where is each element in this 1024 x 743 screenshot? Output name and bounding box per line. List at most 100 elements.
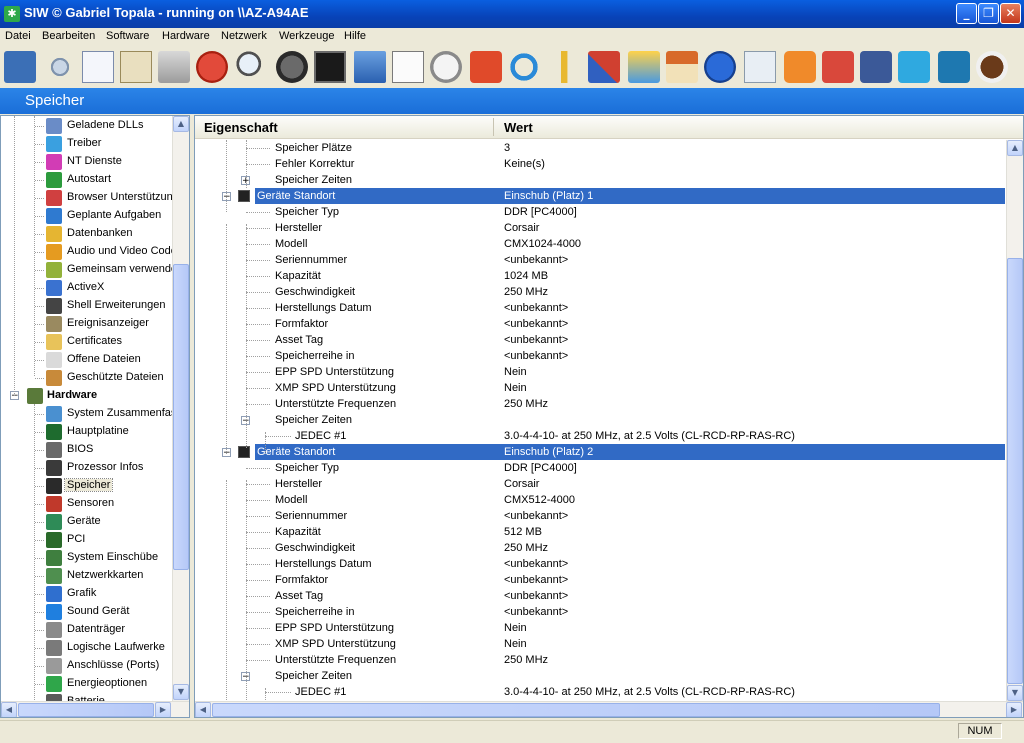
minimize-button[interactable]: _ — [956, 3, 977, 24]
property-row[interactable]: Hersteller Corsair — [195, 476, 1005, 492]
tree-horizontal-scrollbar[interactable]: ◀ ▶ — [1, 701, 189, 717]
tree-item[interactable]: Energieoptionen — [1, 675, 173, 693]
property-row[interactable]: Speicherreihe in <unbekannt> — [195, 604, 1005, 620]
tree-scroll-right-button[interactable]: ▶ — [155, 702, 171, 717]
property-row[interactable]: Asset Tag <unbekannt> — [195, 332, 1005, 348]
tree-item[interactable]: Geladene DLLs — [1, 117, 173, 135]
list-scroll-thumb[interactable] — [1007, 258, 1023, 684]
property-row[interactable]: Unterstützte Frequenzen 250 MHz — [195, 652, 1005, 668]
coffee-icon[interactable] — [976, 51, 1008, 83]
help-icon[interactable] — [704, 51, 736, 83]
tree-vertical-scrollbar[interactable]: ▲ ▼ — [172, 116, 189, 701]
tree-hscroll-thumb[interactable] — [18, 703, 154, 717]
tree-item[interactable]: Geräte — [1, 513, 173, 531]
property-row[interactable]: Modell CMX512-4000 — [195, 492, 1005, 508]
tree-item[interactable]: System Zusammenfas — [1, 405, 176, 423]
tree-item[interactable]: Netzwerkkarten — [1, 567, 173, 585]
property-row[interactable]: Geschwindigkeit 250 MHz — [195, 540, 1005, 556]
column-property-header[interactable]: Eigenschaft — [204, 120, 278, 135]
list-horizontal-scrollbar[interactable]: ◀ ▶ — [195, 701, 1023, 717]
cut-icon[interactable] — [44, 51, 76, 83]
tree-item[interactable]: Logische Laufwerke — [1, 639, 173, 657]
tree-item[interactable]: Sensoren — [1, 495, 173, 513]
tree-item[interactable]: Sound Gerät — [1, 603, 173, 621]
device-location-row[interactable]: − Geräte Standort Einschub (Platz) 1 — [195, 188, 1005, 204]
column-divider[interactable] — [493, 118, 494, 136]
tree-item[interactable]: Audio und Video Code — [1, 243, 177, 261]
property-row[interactable]: Unterstützte Frequenzen 250 MHz — [195, 396, 1005, 412]
property-row[interactable]: XMP SPD Unterstützung Nein — [195, 380, 1005, 396]
tree-scroll-up-button[interactable]: ▲ — [173, 116, 189, 132]
property-row[interactable]: Herstellungs Datum <unbekannt> — [195, 300, 1005, 316]
network-icon[interactable] — [354, 51, 386, 83]
title-bar[interactable]: ✱ SIW © Gabriel Topala - running on \\AZ… — [0, 0, 1024, 28]
tree-item[interactable]: Geplante Aufgaben — [1, 207, 173, 225]
device-location-row[interactable]: − Geräte Standort Einschub (Platz) 2 — [195, 444, 1005, 460]
menu-netzwerk[interactable]: Netzwerk — [221, 30, 267, 42]
tree-item[interactable]: Datenträger — [1, 621, 173, 639]
refresh-icon[interactable] — [508, 51, 540, 83]
tree-item[interactable]: Hauptplatine — [1, 423, 173, 441]
copy-icon[interactable] — [82, 51, 114, 83]
tools-icon[interactable] — [588, 51, 620, 83]
shutdown-icon[interactable] — [470, 51, 502, 83]
gauge-icon[interactable] — [276, 51, 308, 83]
property-row[interactable]: XMP SPD Unterstützung Nein — [195, 636, 1005, 652]
list-vertical-scrollbar[interactable]: ▲ ▼ — [1006, 140, 1023, 701]
menu-werkzeuge[interactable]: Werkzeuge — [279, 30, 334, 42]
key-icon[interactable] — [548, 51, 580, 83]
linkedin-icon[interactable] — [938, 51, 970, 83]
facebook-icon[interactable] — [860, 51, 892, 83]
property-row[interactable]: Kapazität 1024 MB — [195, 268, 1005, 284]
property-row[interactable]: Speicher Plätze 3 — [195, 140, 1005, 156]
list-scroll-down-button[interactable]: ▼ — [1007, 685, 1023, 701]
tree-scroll-thumb[interactable] — [173, 264, 189, 570]
column-value-header[interactable]: Wert — [504, 120, 533, 135]
property-row[interactable]: Speicher Typ DDR [PC4000] — [195, 204, 1005, 220]
tree-item[interactable]: Speicher — [1, 477, 173, 495]
property-row[interactable]: Herstellungs Datum <unbekannt> — [195, 556, 1005, 572]
property-row[interactable]: Speicherreihe in <unbekannt> — [195, 348, 1005, 364]
tree-item[interactable]: Gemeinsam verwende — [1, 261, 177, 279]
home-icon[interactable] — [666, 51, 698, 83]
tree-item[interactable]: Prozessor Infos — [1, 459, 173, 477]
tree-scroll-left-button[interactable]: ◀ — [1, 702, 17, 717]
monitor-icon[interactable] — [314, 51, 346, 83]
paste-icon[interactable] — [120, 51, 152, 83]
tree-item[interactable]: Offene Dateien — [1, 351, 173, 369]
save-icon[interactable] — [4, 51, 36, 83]
twitter-icon[interactable] — [898, 51, 930, 83]
tree-scroll-down-button[interactable]: ▼ — [173, 684, 189, 700]
tree-item[interactable]: PCI — [1, 531, 173, 549]
tree-item[interactable]: NT Dienste — [1, 153, 173, 171]
stop-icon[interactable] — [196, 51, 228, 83]
property-row[interactable]: − Speicher Zeiten — [195, 668, 1005, 684]
property-row[interactable]: Formfaktor <unbekannt> — [195, 316, 1005, 332]
tree-item[interactable]: Shell Erweiterungen — [1, 297, 173, 315]
mail-icon[interactable] — [744, 51, 776, 83]
google-plus-icon[interactable] — [822, 51, 854, 83]
tree-item[interactable]: BIOS — [1, 441, 173, 459]
print-icon[interactable] — [158, 51, 190, 83]
list-scroll-up-button[interactable]: ▲ — [1007, 140, 1023, 156]
property-row[interactable]: − Speicher Zeiten — [195, 412, 1005, 428]
tree-item[interactable]: Geschützte Dateien — [1, 369, 173, 387]
property-row[interactable]: JEDEC #1 3.0-4-4-10- at 250 MHz, at 2.5 V… — [195, 684, 1005, 700]
list-hscroll-thumb[interactable] — [212, 703, 940, 717]
list-scroll-left-button[interactable]: ◀ — [195, 702, 211, 717]
property-row[interactable]: EPP SPD Unterstützung Nein — [195, 364, 1005, 380]
tree-item[interactable]: Anschlüsse (Ports) — [1, 657, 173, 675]
tree-item[interactable]: Certificates — [1, 333, 173, 351]
close-button[interactable]: ✕ — [1000, 3, 1021, 24]
menu-hilfe[interactable]: Hilfe — [344, 30, 366, 42]
property-row[interactable]: Formfaktor <unbekannt> — [195, 572, 1005, 588]
property-row[interactable]: Hersteller Corsair — [195, 220, 1005, 236]
property-row[interactable]: Seriennummer <unbekannt> — [195, 252, 1005, 268]
property-row[interactable]: Asset Tag <unbekannt> — [195, 588, 1005, 604]
list-scroll-right-button[interactable]: ▶ — [1006, 702, 1022, 717]
property-row[interactable]: EPP SPD Unterstützung Nein — [195, 620, 1005, 636]
tree-item[interactable]: Treiber — [1, 135, 173, 153]
tree-item[interactable]: Autostart — [1, 171, 173, 189]
tree-item[interactable]: Browser Unterstützun — [1, 189, 173, 207]
property-row[interactable]: Speicher Typ DDR [PC4000] — [195, 460, 1005, 476]
